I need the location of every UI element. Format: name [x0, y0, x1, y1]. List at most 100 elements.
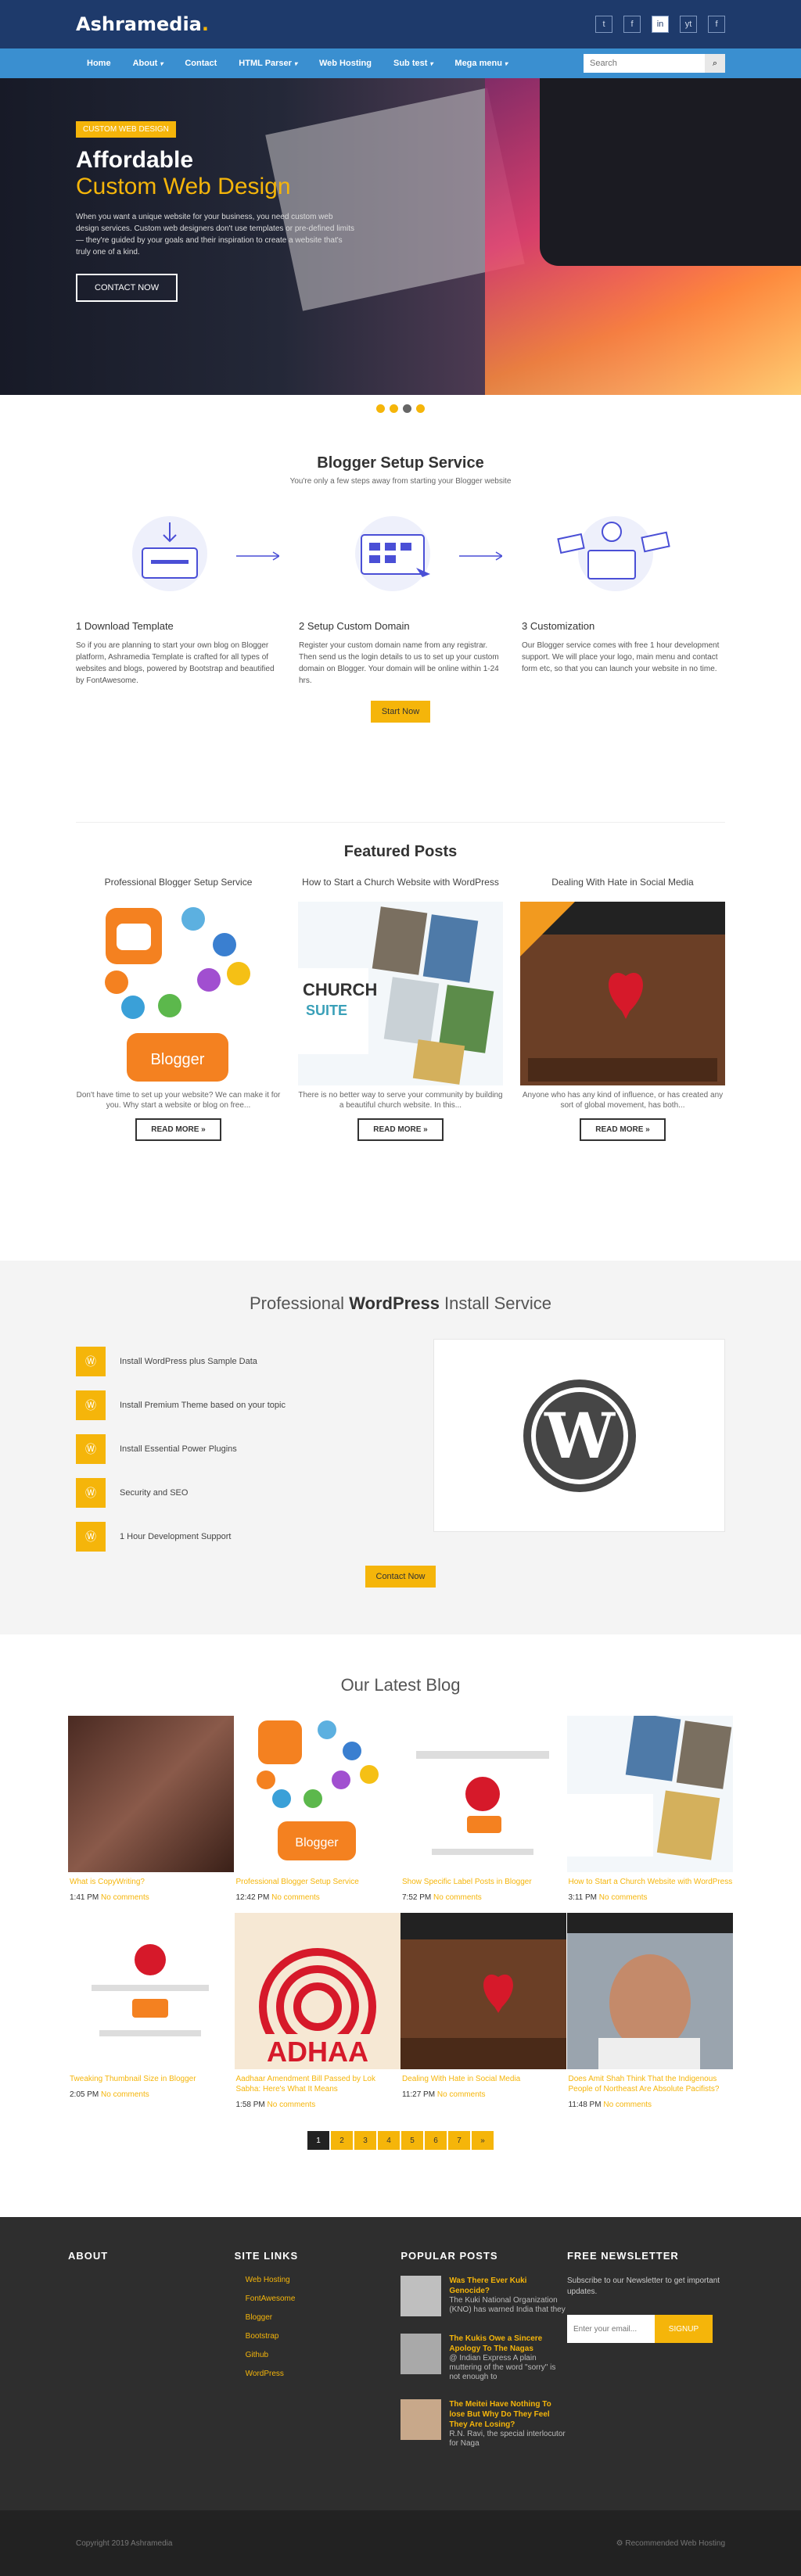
featured-card-title[interactable]: Dealing With Hate in Social Media	[520, 877, 725, 902]
popular-post-snippet: The Kuki National Organization (KNO) has…	[449, 2296, 566, 2314]
blogger-thumbnail[interactable]: Blogger	[76, 902, 281, 1085]
nav-item-html-parser[interactable]: HTML Parser ▾	[228, 59, 308, 68]
contact-now-button-2[interactable]: Contact Now	[365, 1566, 436, 1588]
nav-item-sub-test[interactable]: Sub test ▾	[383, 59, 444, 68]
post-comments-link[interactable]: No comments	[433, 1893, 482, 1902]
blog-card: Dealing With Hate in Social Media 11:27 …	[400, 1913, 566, 2109]
hate-social-media-thumbnail[interactable]	[520, 902, 725, 1085]
post-comments-link[interactable]: No comments	[271, 1893, 320, 1902]
footer-link[interactable]: Blogger	[246, 2313, 400, 2322]
post-comments-link[interactable]: No comments	[101, 1893, 149, 1902]
blog-card-title[interactable]: Tweaking Thumbnail Size in Blogger	[68, 2074, 234, 2084]
footer-link[interactable]: FontAwesome	[246, 2294, 400, 2303]
nav-mega-menu-label[interactable]: Mega menu	[454, 59, 502, 68]
amit-shah-thumbnail[interactable]	[566, 1913, 733, 2069]
church-thumbnail[interactable]	[566, 1716, 733, 1872]
nav-menu: Home About ▾ Contact HTML Parser ▾ Web Hos…	[76, 59, 584, 68]
page-link[interactable]: 7	[448, 2131, 470, 2150]
blog-card-title[interactable]: Professional Blogger Setup Service	[235, 1877, 400, 1887]
blog-card-title[interactable]: Does Amit Shah Think That the Indigenous…	[567, 2074, 733, 2094]
blog-card-title[interactable]: What is CopyWriting?	[68, 1877, 234, 1887]
aadhaar-thumbnail[interactable]: ADHAA	[234, 1913, 400, 2069]
site-logo[interactable]: Ashramedia.	[76, 13, 209, 35]
featured-card-title[interactable]: Professional Blogger Setup Service	[76, 877, 281, 902]
nav-item-web-hosting[interactable]: Web Hosting	[308, 59, 383, 68]
facebook-icon[interactable]: f	[623, 16, 641, 33]
post-comments-link[interactable]: No comments	[599, 1893, 648, 1902]
featured-card-text: Don't have time to set up your website? …	[76, 1091, 281, 1110]
read-more-button[interactable]: READ MORE »	[357, 1118, 444, 1141]
page-link[interactable]: 6	[425, 2131, 447, 2150]
wp-feature-label: Install Essential Power Plugins	[120, 1444, 237, 1454]
footer-heading: SITE LINKS	[234, 2250, 299, 2262]
nav-item-about[interactable]: About ▾	[122, 59, 174, 68]
page-link[interactable]: 2	[331, 2131, 353, 2150]
signup-button[interactable]: SIGNUP	[654, 2315, 713, 2343]
church-suite-thumbnail[interactable]: CHURCH SUITE	[298, 902, 503, 1085]
blog-card-title[interactable]: Show Specific Label Posts in Blogger	[400, 1877, 566, 1887]
blog-card-title[interactable]: Aadhaar Amendment Bill Passed by Lok Sab…	[235, 2074, 400, 2094]
popular-post-title[interactable]: The Meitei Have Nothing To lose But Why …	[449, 2399, 566, 2430]
wp-cta-wrap: Contact Now	[76, 1566, 725, 1588]
page-link-current[interactable]: 1	[307, 2131, 329, 2150]
nav-about-label[interactable]: About	[133, 59, 158, 68]
nav-item-contact[interactable]: Contact	[174, 59, 228, 68]
start-now-button[interactable]: Start Now	[370, 701, 431, 723]
popular-post-thumbnail[interactable]	[400, 2334, 442, 2374]
footer-heading: POPULAR POSTS	[400, 2250, 498, 2262]
facebook-icon-2[interactable]: f	[708, 16, 725, 33]
nav-item-mega-menu[interactable]: Mega menu ▾	[444, 59, 519, 68]
recommended-hosting-link[interactable]: ⚙ Recommended Web Hosting	[616, 2539, 725, 2548]
wp-title-part: Install Service	[439, 1293, 551, 1313]
recommended-hosting-label[interactable]: Recommended Web Hosting	[625, 2539, 725, 2548]
page-link[interactable]: 5	[401, 2131, 423, 2150]
popular-post-snippet: @ Indian Express A plain muttering of th…	[449, 2354, 556, 2381]
featured-card-text: Anyone who has any kind of influence, or…	[522, 1091, 724, 1110]
nav-sub-test-label[interactable]: Sub test	[393, 59, 427, 68]
contact-now-button[interactable]: CONTACT NOW	[76, 274, 178, 302]
newsletter-email-input[interactable]	[566, 2315, 655, 2343]
linkedin-icon[interactable]: in	[652, 16, 669, 33]
footer-heading: ABOUT	[68, 2250, 109, 2262]
nav-html-parser-label[interactable]: HTML Parser	[239, 59, 292, 68]
popular-post-title[interactable]: Was There Ever Kuki Genocide?	[449, 2276, 566, 2296]
post-comments-link[interactable]: No comments	[603, 2101, 652, 2109]
post-comments-link[interactable]: No comments	[437, 2090, 486, 2099]
page-link[interactable]: 4	[378, 2131, 400, 2150]
chevron-down-icon: ▾	[429, 60, 433, 67]
popular-post-thumbnail[interactable]	[400, 2276, 442, 2316]
blogger-thumbnail[interactable]: Blogger	[234, 1716, 400, 1872]
twitter-icon[interactable]: t	[595, 16, 612, 33]
footer-link[interactable]: Web Hosting	[246, 2276, 400, 2284]
step-title: 2 Setup Custom Domain	[299, 620, 410, 632]
copywriting-thumbnail[interactable]	[68, 1716, 234, 1872]
wp-feature-label: Install Premium Theme based on your topi…	[120, 1401, 286, 1410]
youtube-icon[interactable]: yt	[680, 16, 697, 33]
label-posts-thumbnail[interactable]	[400, 1716, 566, 1872]
next-page-link[interactable]: »	[472, 2131, 494, 2150]
footer-link[interactable]: Github	[246, 2351, 400, 2359]
search-button[interactable]: ⌕	[705, 54, 725, 73]
read-more-button[interactable]: READ MORE »	[580, 1118, 666, 1141]
footer-link[interactable]: WordPress	[246, 2370, 400, 2378]
blog-card-title[interactable]: How to Start a Church Website with WordP…	[567, 1877, 733, 1887]
page-link[interactable]: 3	[354, 2131, 376, 2150]
wordpress-logo-icon: W	[523, 1379, 636, 1492]
hate-social-thumbnail[interactable]	[400, 1913, 566, 2069]
post-comments-link[interactable]: No comments	[101, 2090, 149, 2099]
popular-post-title[interactable]: The Kukis Owe a Sincere Apology To The N…	[449, 2334, 566, 2354]
read-more-button[interactable]: READ MORE »	[135, 1118, 221, 1141]
popular-post-thumbnail[interactable]	[400, 2399, 442, 2440]
footer-link[interactable]: Bootstrap	[246, 2332, 400, 2341]
nav-item-home[interactable]: Home	[76, 59, 122, 68]
wp-feature-label: Install WordPress plus Sample Data	[120, 1357, 257, 1366]
blog-card-meta: 3:11 PM No comments	[567, 1893, 733, 1902]
gear-icon: ⚙	[616, 2538, 626, 2548]
featured-card-title[interactable]: How to Start a Church Website with WordP…	[298, 877, 503, 902]
hero-text: When you want a unique website for your …	[76, 213, 354, 257]
post-comments-link[interactable]: No comments	[268, 2101, 316, 2109]
search-input[interactable]	[584, 54, 705, 73]
blog-card-title[interactable]: Dealing With Hate in Social Media	[400, 2074, 566, 2084]
logo-text[interactable]: Ashramedia	[76, 13, 202, 35]
thumbnail-size-thumbnail[interactable]	[68, 1913, 234, 2069]
